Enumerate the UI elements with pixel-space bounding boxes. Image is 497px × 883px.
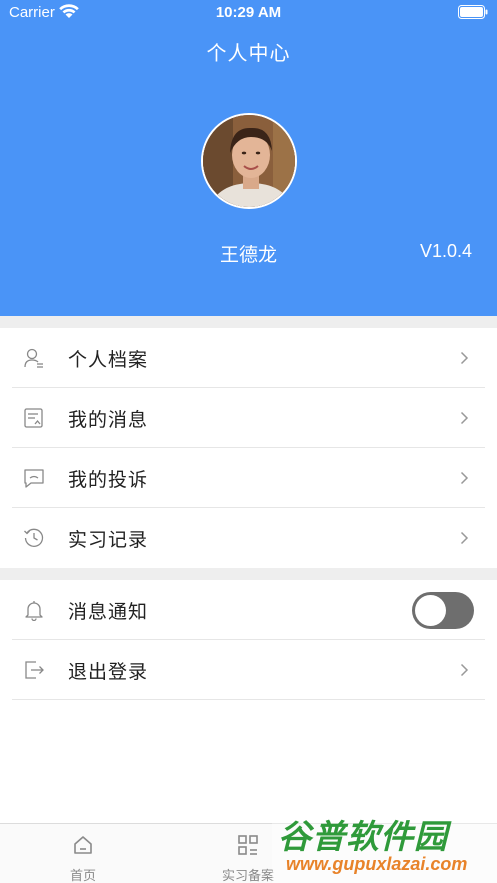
menu-item-personal-profile[interactable]: 个人档案 <box>0 328 497 388</box>
status-bar: Carrier 10:29 AM <box>0 0 497 26</box>
chevron-right-icon <box>460 411 469 425</box>
divider <box>12 699 485 700</box>
history-icon <box>24 528 44 547</box>
battery-icon <box>458 5 488 19</box>
home-icon <box>74 836 92 854</box>
toggle-knob <box>415 595 446 626</box>
notification-toggle[interactable] <box>412 592 474 629</box>
menu-item-my-messages[interactable]: 我的消息 <box>0 388 497 448</box>
avatar[interactable] <box>201 113 297 209</box>
tab-label: 首页 <box>69 868 96 883</box>
watermark-url: www.gupuxlazai.com <box>286 854 468 874</box>
watermark-logo: 谷普软件园 <box>278 818 448 855</box>
menu-item-my-complaints[interactable]: 我的投诉 <box>0 448 497 508</box>
chevron-right-icon <box>460 531 469 545</box>
user-profile-icon <box>24 348 43 368</box>
profile-header: Carrier 10:29 AM 个人中心 王德龙 V1.0.4 <box>0 0 497 316</box>
menu-label: 个人档案 <box>68 350 149 371</box>
chevron-right-icon <box>460 471 469 485</box>
tab-home[interactable]: 首页 <box>21 824 145 883</box>
avatar-photo <box>203 115 295 207</box>
grid-icon <box>238 835 258 855</box>
menu-label: 我的投诉 <box>68 470 149 491</box>
menu-label: 实习记录 <box>68 530 149 551</box>
menu-label: 我的消息 <box>68 410 149 431</box>
menu-label: 消息通知 <box>68 602 149 623</box>
menu-item-notifications: 消息通知 <box>0 580 497 640</box>
logout-icon <box>25 661 44 679</box>
bell-icon <box>25 601 43 621</box>
chevron-right-icon <box>460 663 469 677</box>
watermark-overlay: 谷普软件园 www.gupuxlazai.com <box>272 802 497 883</box>
page-title: 个人中心 <box>206 43 291 65</box>
section-separator <box>0 316 497 328</box>
status-time: 10:29 AM <box>215 4 282 21</box>
chevron-right-icon <box>460 351 469 365</box>
message-icon <box>24 408 43 428</box>
menu-label: 退出登录 <box>68 662 149 683</box>
version-label: V1.0.4 <box>419 241 472 261</box>
complaint-icon <box>24 469 44 488</box>
menu-item-logout[interactable]: 退出登录 <box>0 640 497 700</box>
menu-item-internship-records[interactable]: 实习记录 <box>0 508 497 568</box>
section-separator <box>0 568 497 580</box>
